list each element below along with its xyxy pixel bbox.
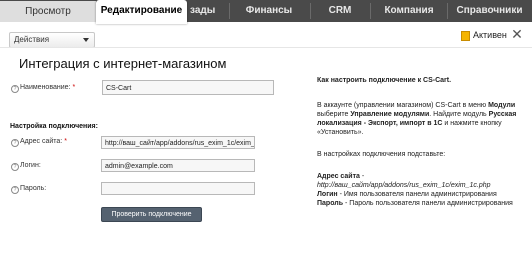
close-icon[interactable]: ✕ [510, 27, 524, 41]
check-connection-button[interactable]: Проверить подключение [101, 207, 202, 222]
help-paragraph-2: В настройках подключения подставьте: [317, 151, 446, 158]
password-label: Пароль: [20, 185, 47, 192]
chevron-down-icon [83, 38, 89, 42]
help-panel: Как настроить подключение к CS-Cart. В а… [317, 76, 527, 208]
status-text: Активен [473, 30, 507, 40]
divider [0, 47, 532, 48]
help-icon[interactable]: ? [11, 85, 19, 93]
actions-dropdown[interactable]: Действия [9, 32, 95, 48]
tab-crm[interactable]: CRM [311, 0, 369, 22]
top-navigation: Просмотр Редактирование зады Финансы CRM… [0, 0, 532, 24]
help-paragraph-1: В аккаунте (управлении магазином) CS-Car… [317, 102, 517, 136]
help-site-path: http://ваш_сайт/app/addons/rus_exim_1c/e… [317, 182, 491, 189]
password-field[interactable] [101, 182, 255, 195]
active-status-icon [461, 31, 470, 41]
login-label: Логин: [20, 162, 41, 169]
site-url-field[interactable]: http://ваш_сайт/app/addons/rus_exim_1c/e… [101, 136, 255, 149]
help-login: Логин - Имя пользователя панели админист… [317, 191, 497, 198]
tab-finance[interactable]: Финансы [229, 0, 309, 22]
actions-label: Действия [14, 35, 50, 44]
site-label: Адрес сайта: * [20, 138, 67, 145]
help-site: Адрес сайта - [317, 173, 365, 180]
help-password: Пароль - Пароль пользователя панели адми… [317, 200, 513, 207]
help-icon[interactable]: ? [11, 139, 19, 147]
name-label: Наименование: * [20, 84, 76, 91]
help-title: Как настроить подключение к CS-Cart. [317, 77, 452, 84]
help-icon[interactable]: ? [11, 186, 19, 194]
login-field[interactable]: admin@example.com [101, 159, 255, 172]
connection-section-title: Настройка подключения: [10, 123, 98, 130]
tab-preview[interactable]: Просмотр [0, 1, 96, 22]
tab-hidden[interactable]: зады [187, 0, 230, 22]
help-icon[interactable]: ? [11, 163, 19, 171]
tab-references[interactable]: Справочники [447, 0, 532, 22]
tab-company[interactable]: Компания [371, 0, 447, 22]
page-title: Интеграция с интернет-магазином [19, 56, 227, 71]
tab-edit[interactable]: Редактирование [96, 0, 187, 24]
name-field[interactable]: CS-Cart [102, 80, 274, 95]
